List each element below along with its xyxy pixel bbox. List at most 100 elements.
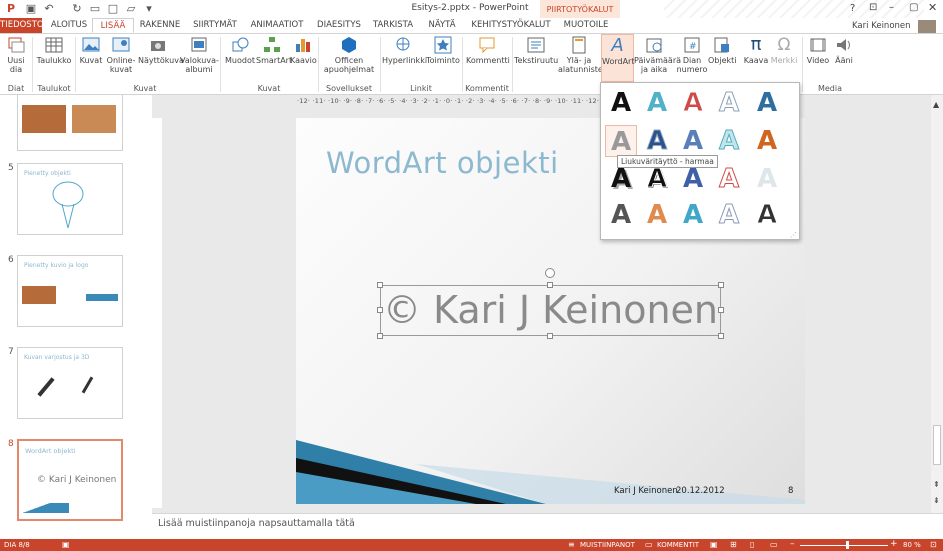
comments-icon[interactable]: ▭ [645, 540, 653, 549]
tab-home[interactable]: ALOITUS [46, 18, 92, 33]
slide-thumbnail-8[interactable]: WordArt objekti © Kari J Keinonen [17, 439, 123, 521]
zoom-out-icon[interactable]: – [790, 539, 795, 549]
tab-design[interactable]: RAKENNE [136, 18, 184, 33]
minimize-icon[interactable]: – [889, 2, 894, 13]
slideshow-icon[interactable]: ▭ [770, 540, 778, 549]
reading-view-icon[interactable]: ▯ [750, 540, 754, 549]
wordart-textbox[interactable]: © Kari J Keinonen [380, 285, 721, 336]
from-beginning-icon[interactable]: ▭ [88, 2, 102, 16]
hyperlink-button[interactable]: Hyperlinkki [382, 36, 427, 65]
tab-slideshow[interactable]: DIAESITYS [312, 18, 366, 33]
undo-icon[interactable]: ↶ [42, 2, 56, 16]
user-name[interactable]: Kari Keinonen [852, 21, 911, 31]
rotate-handle-icon[interactable] [545, 268, 555, 278]
footer-date[interactable]: 20.12.2012 [676, 486, 725, 496]
wordart-style-9[interactable]: A [713, 125, 745, 157]
tab-insert[interactable]: LISÄÄ [92, 18, 134, 33]
date-time-button[interactable]: Päivämäärä ja aika [634, 36, 681, 74]
wordart-style-20[interactable]: A [751, 199, 783, 231]
footer-author[interactable]: Kari J Keinonen [614, 486, 678, 496]
resize-handle[interactable] [377, 333, 383, 339]
maximize-icon[interactable]: ▢ [909, 2, 918, 13]
resize-handle[interactable] [718, 307, 724, 313]
scroll-prev-slide-icon[interactable]: ⇞ [933, 480, 940, 489]
resize-handle[interactable] [377, 307, 383, 313]
notes-placeholder[interactable]: Lisää muistiinpanoja napsauttamalla tätä [158, 518, 355, 529]
slide-sorter-icon[interactable]: ⊞ [730, 540, 737, 549]
chart-button[interactable]: Kaavio [290, 36, 317, 65]
notes-toggle-icon[interactable]: ≡ [568, 540, 575, 549]
audio-button[interactable]: Ääni [832, 36, 856, 65]
wordart-button[interactable]: A WordArt [601, 34, 634, 82]
smartart-button[interactable]: SmartArt [256, 36, 292, 65]
wordart-style-2[interactable]: A [641, 87, 673, 119]
photo-album-button[interactable]: Valokuva- albumi [180, 36, 219, 74]
scroll-up-icon[interactable]: ▲ [933, 100, 939, 109]
open-folder-icon[interactable]: ▱ [124, 2, 138, 16]
screenshot-button[interactable]: Näyttökuva [138, 36, 184, 65]
header-footer-button[interactable]: Ylä- ja alatunniste [558, 36, 603, 74]
resize-handle[interactable] [718, 333, 724, 339]
resize-grip-icon[interactable]: ⋰ [790, 231, 797, 239]
shapes-button[interactable]: Muodot [224, 36, 256, 65]
action-button[interactable]: Toiminto [426, 36, 460, 65]
wordart-style-19[interactable]: A [713, 199, 745, 231]
zoom-slider[interactable] [800, 545, 888, 546]
tab-format[interactable]: MUOTOILE [558, 18, 614, 33]
resize-handle[interactable] [377, 282, 383, 288]
textbox-button[interactable]: Tekstiruutu [514, 36, 558, 65]
symbol-button[interactable]: Ω Merkki [770, 36, 798, 65]
wordart-style-16[interactable]: A [605, 199, 637, 231]
video-button[interactable]: Video [806, 36, 830, 65]
ribbon-display-icon[interactable]: ⊡ [869, 2, 877, 13]
wordart-style-3[interactable]: A [677, 87, 709, 119]
wordart-style-gradient-gray[interactable]: A [605, 125, 637, 157]
online-pictures-button[interactable]: Online- kuvat [106, 36, 136, 74]
spellcheck-icon[interactable]: ▣ [62, 540, 70, 549]
avatar[interactable] [918, 20, 936, 33]
equation-button[interactable]: π Kaava [742, 36, 770, 66]
help-button[interactable]: ? [850, 3, 855, 14]
comment-button[interactable]: Kommentti [466, 36, 510, 65]
pictures-button[interactable]: Kuvat [78, 36, 104, 65]
customize-qat-icon[interactable]: ▾ [142, 2, 156, 16]
zoom-level[interactable]: 80 % [903, 541, 921, 549]
tab-file[interactable]: TIEDOSTO [0, 18, 44, 33]
new-slide-button[interactable]: Uusi dia [2, 36, 30, 74]
slide-number-button[interactable]: # Dian numero [676, 36, 708, 74]
save-icon[interactable]: ▣ [24, 2, 38, 16]
tab-animations[interactable]: ANIMAATIOT [246, 18, 308, 33]
wordart-style-8[interactable]: A [677, 125, 709, 157]
redo-icon[interactable]: ↻ [70, 2, 84, 16]
wordart-style-17[interactable]: A [641, 199, 673, 231]
tab-developer[interactable]: KEHITYSTYÖKALUT [468, 18, 554, 33]
slide-title[interactable]: WordArt objekti [326, 146, 559, 180]
scroll-next-slide-icon[interactable]: ⇟ [933, 496, 940, 505]
wordart-style-10[interactable]: A [751, 125, 783, 157]
table-button[interactable]: Taulukko [36, 36, 72, 65]
footer-slide-number[interactable]: 8 [788, 486, 793, 496]
resize-handle[interactable] [718, 282, 724, 288]
new-file-icon[interactable]: □ [106, 2, 120, 16]
resize-handle[interactable] [547, 282, 553, 288]
tab-view[interactable]: NÄYTÄ [420, 18, 464, 33]
slide-thumbnail-5[interactable]: Pienetty objekti [17, 163, 123, 235]
office-apps-button[interactable]: Officen apuohjelmat [320, 36, 378, 74]
slide-thumbnail-7[interactable]: Kuvan varjostus ja 3D [17, 347, 123, 419]
scroll-thumb[interactable] [933, 425, 941, 465]
wordart-style-1[interactable]: A [605, 87, 637, 119]
comments-button[interactable]: KOMMENTIT [657, 541, 699, 549]
wordart-style-7[interactable]: A [641, 125, 673, 157]
zoom-in-icon[interactable]: + [890, 539, 898, 549]
close-icon[interactable]: ✕ [928, 1, 937, 14]
slide-thumbnail-4[interactable] [17, 95, 123, 151]
tab-transitions[interactable]: SIIRTYMÄT [188, 18, 242, 33]
wordart-style-15[interactable]: A [751, 163, 783, 195]
wordart-style-4[interactable]: A [713, 87, 745, 119]
tab-review[interactable]: TARKISTA [370, 18, 416, 33]
slide-thumbnail-6[interactable]: Pienetty kuvio ja logo [17, 255, 123, 327]
fit-to-window-icon[interactable]: ⊡ [930, 540, 937, 549]
normal-view-icon[interactable]: ▣ [710, 540, 718, 549]
wordart-style-18[interactable]: A [677, 199, 709, 231]
notes-toggle-button[interactable]: MUISTIINPANOT [580, 541, 635, 549]
